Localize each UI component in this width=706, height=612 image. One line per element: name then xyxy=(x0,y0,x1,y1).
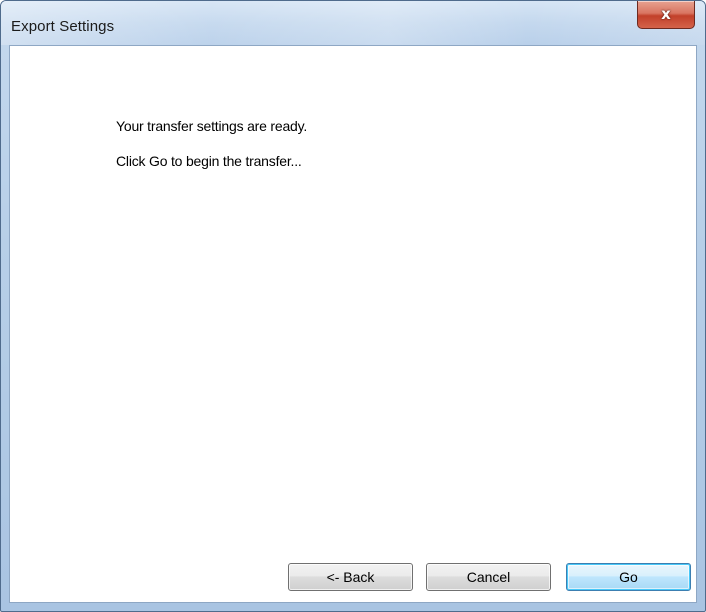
dialog-content-area: Your transfer settings are ready. Click … xyxy=(9,45,697,603)
back-button[interactable]: <- Back xyxy=(288,563,413,591)
instruction-message: Click Go to begin the transfer... xyxy=(116,153,302,169)
go-button[interactable]: Go xyxy=(566,563,691,591)
title-bar[interactable]: Export Settings x xyxy=(1,1,705,45)
ready-message: Your transfer settings are ready. xyxy=(116,118,308,134)
window-title: Export Settings xyxy=(11,18,115,35)
close-button[interactable]: x xyxy=(637,1,695,29)
cancel-button[interactable]: Cancel xyxy=(426,563,551,591)
close-icon: x xyxy=(661,5,671,23)
export-settings-dialog: Export Settings x Your transfer settings… xyxy=(0,0,706,612)
